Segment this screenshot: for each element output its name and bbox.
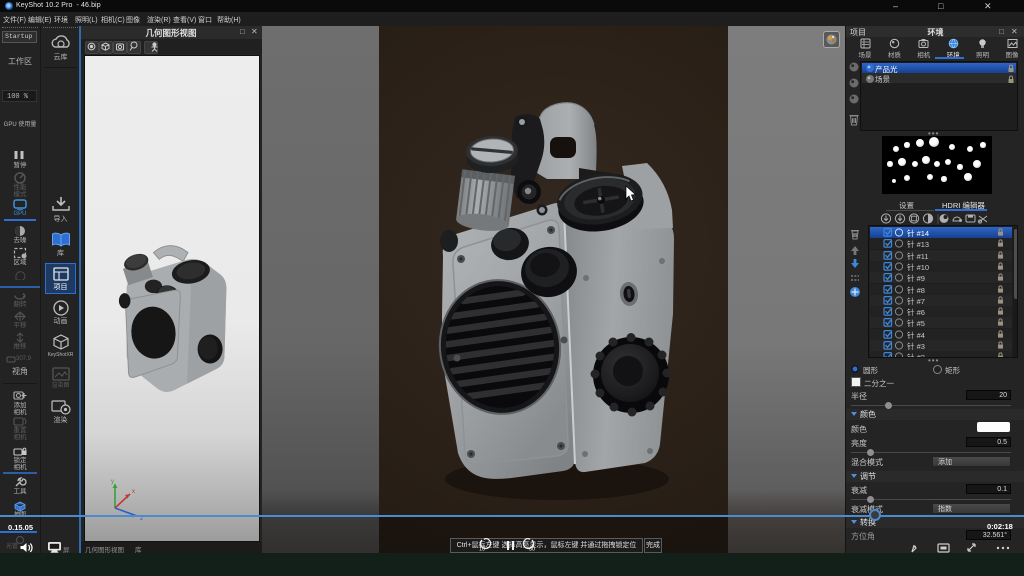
svg-text:10: 10: [479, 547, 485, 553]
svg-text:x: x: [132, 489, 135, 495]
svg-text:y: y: [111, 479, 114, 485]
svg-text:30: 30: [529, 547, 535, 553]
